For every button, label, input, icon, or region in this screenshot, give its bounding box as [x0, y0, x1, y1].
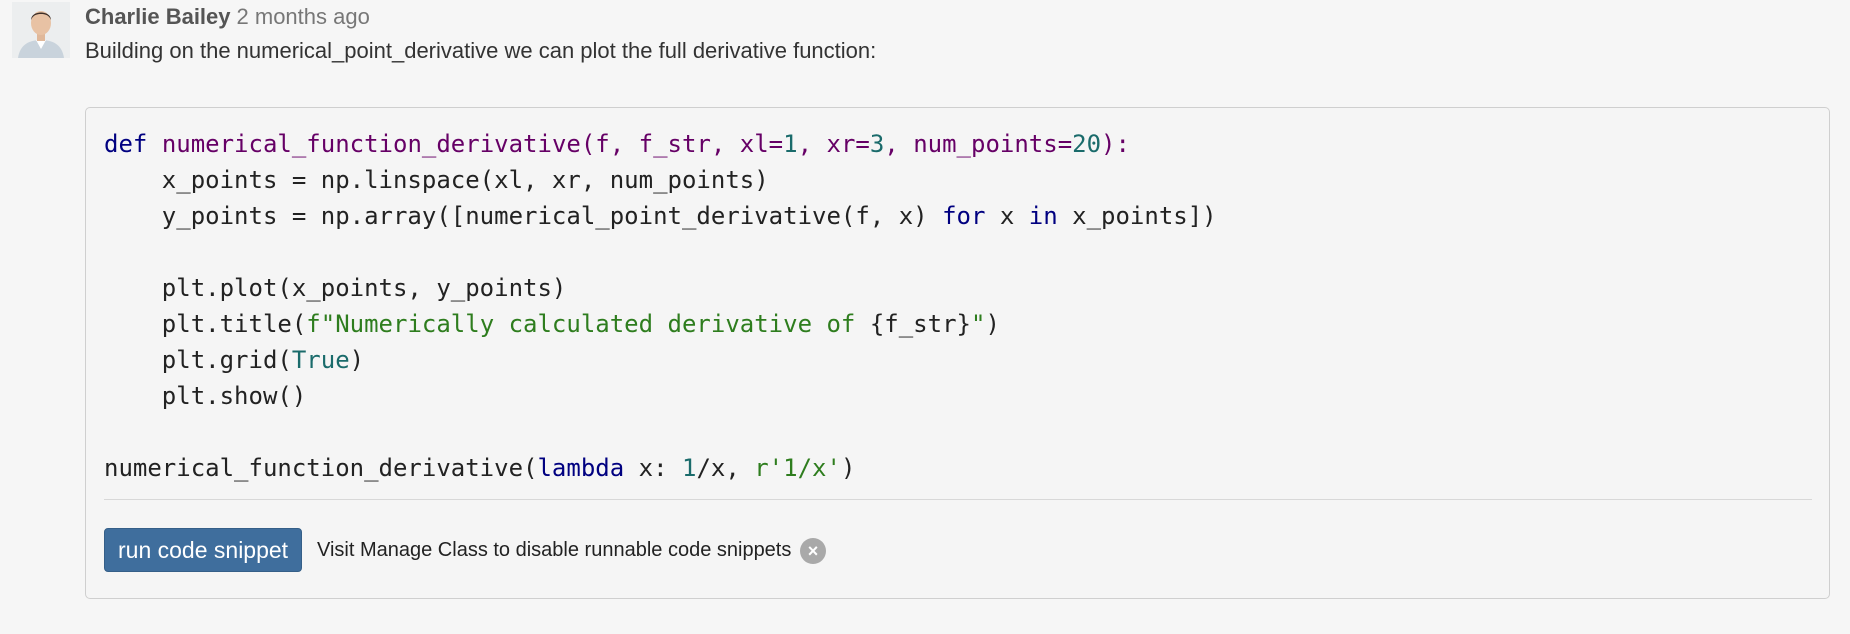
code-text: plt.title( [104, 310, 307, 338]
code-text: x_points]) [1057, 202, 1217, 230]
code-text: /x, [696, 454, 755, 482]
code-params-1: (f, f_str, xl= [580, 130, 784, 158]
code-params-2: , xr= [797, 130, 870, 158]
number-literal: 20 [1072, 130, 1102, 158]
runnable-snippets-notice: Visit Manage Class to disable runnable c… [317, 539, 792, 561]
function-name: numerical_function_derivative [161, 130, 581, 158]
code-line-10: numerical_function_derivative(lambda x: … [104, 454, 855, 482]
post-body-text: Building on the numerical_point_derivati… [85, 38, 877, 63]
number-literal: 1 [681, 454, 697, 482]
code-text: x [985, 202, 1029, 230]
keyword-in: in [1028, 202, 1058, 230]
code-text: numerical_function_derivative( [104, 454, 538, 482]
code-line-2: x_points = np.linspace(xl, xr, num_point… [104, 166, 769, 194]
user-avatar-icon [12, 2, 70, 58]
code-params-3: , num_points= [884, 130, 1073, 158]
code-text: ) [985, 310, 1000, 338]
code-line-1: def numerical_function_derivative(f, f_s… [104, 130, 1130, 158]
code-line-6: plt.title(f"Numerically calculated deriv… [104, 310, 1000, 338]
author-name[interactable]: Charlie Bailey [85, 4, 231, 29]
code-snippet-box: def numerical_function_derivative(f, f_s… [85, 107, 1830, 599]
close-icon[interactable]: × [800, 538, 826, 564]
string-literal: r'1/x' [754, 454, 841, 482]
run-code-snippet-button[interactable]: run code snippet [104, 528, 303, 572]
code-text: plt.grid( [104, 346, 292, 374]
code-line-8: plt.show() [104, 382, 307, 410]
code-block: def numerical_function_derivative(f, f_s… [104, 126, 1217, 486]
code-line-3: y_points = np.array([numerical_point_der… [104, 202, 1217, 230]
divider [104, 499, 1812, 500]
code-text: ) [840, 454, 856, 482]
post-header: Charlie Bailey 2 months ago [85, 2, 370, 32]
string-literal: " [970, 310, 986, 338]
code-text: ) [349, 346, 365, 374]
keyword-lambda: lambda [537, 454, 625, 482]
number-literal: 1 [783, 130, 798, 158]
keyword-for: for [942, 202, 986, 230]
number-literal: 3 [869, 130, 885, 158]
code-line-7: plt.grid(True) [104, 346, 364, 374]
code-text: {f_str} [869, 310, 971, 338]
avatar[interactable] [12, 2, 70, 58]
keyword-def: def [104, 130, 148, 158]
code-text: y_points = np.array([numerical_point_der… [104, 202, 943, 230]
code-text: x: [624, 454, 682, 482]
boolean-literal: True [291, 346, 350, 374]
string-literal: f"Numerically calculated derivative of [306, 310, 870, 338]
code-line-5: plt.plot(x_points, y_points) [104, 274, 567, 302]
code-params-4: ): [1101, 130, 1130, 158]
post-timestamp: 2 months ago [236, 4, 370, 29]
followup-post: Charlie Bailey 2 months ago Building on t… [0, 0, 1850, 634]
